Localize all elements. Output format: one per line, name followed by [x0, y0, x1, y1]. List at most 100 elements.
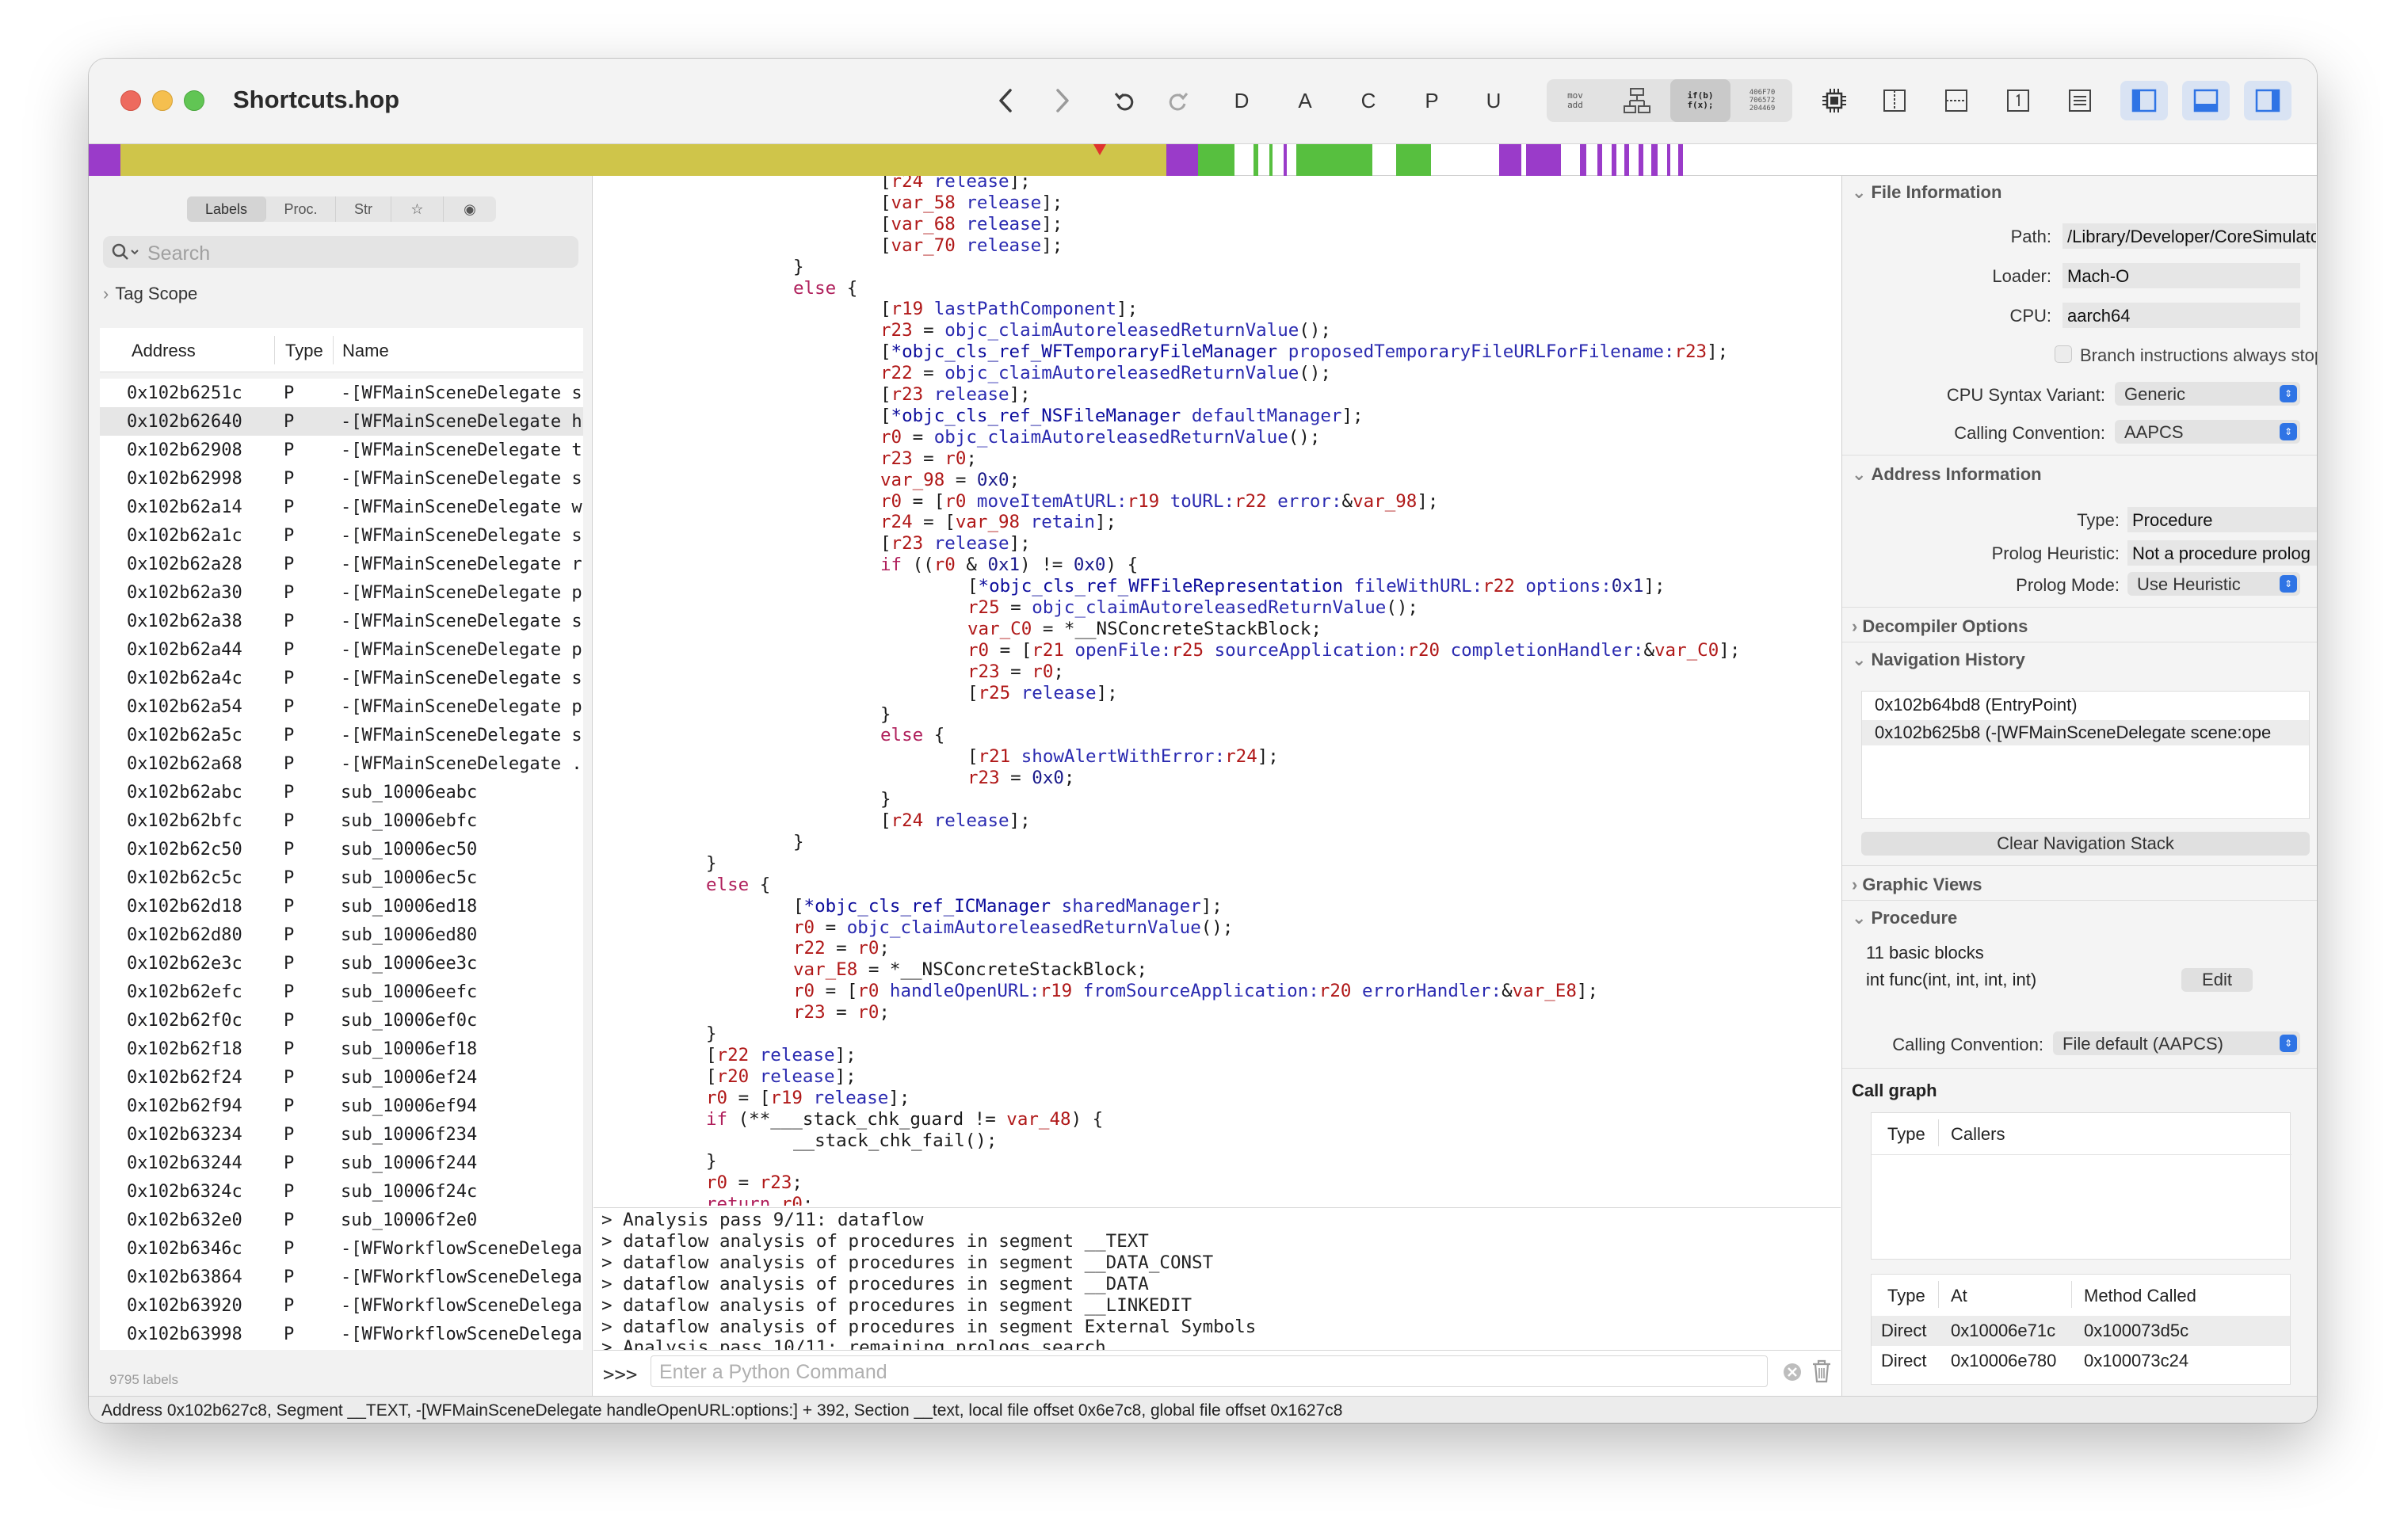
callees-column-type[interactable]: Type	[1887, 1286, 1925, 1306]
history-item[interactable]: 0x102b625b8 (-[WFMainSceneDelegate scene…	[1862, 720, 2309, 745]
code-line[interactable]: return r0;	[706, 1194, 813, 1206]
table-row[interactable]: 0x102b62a68 P -[WFMainSceneDelegate .cx	[100, 749, 583, 778]
table-row[interactable]: 0x102b62640 P -[WFMainSceneDelegate han	[100, 407, 583, 436]
table-row[interactable]: 0x102b62a28 P -[WFMainSceneDelegate roo	[100, 550, 583, 578]
pseudo-code-view[interactable]: [r24 release]; [var_58 release]; [var_68 r…	[593, 176, 1841, 1206]
code-line[interactable]: r23 = r0;	[793, 1002, 890, 1023]
code-line[interactable]: r0 = [r19 release];	[706, 1088, 910, 1108]
data-type-d-button[interactable]: D	[1222, 81, 1261, 120]
procedure-header[interactable]: ⌄ Procedure	[1852, 908, 1957, 928]
code-line[interactable]: if ((r0 & 0x1) != 0x0) {	[880, 555, 1138, 575]
clear-navigation-stack-button[interactable]: Clear Navigation Stack	[1861, 832, 2310, 856]
label-search-field[interactable]: Search	[103, 236, 578, 268]
address-information-header[interactable]: ⌄ Address Information	[1852, 464, 2042, 485]
code-line[interactable]: r0 = [r0 moveItemAtURL:r19 toURL:r22 err…	[880, 491, 1438, 512]
table-row[interactable]: 0x102b6324c Psub_10006f24c	[100, 1177, 583, 1206]
code-line[interactable]: r23 = 0x0;	[967, 768, 1074, 788]
data-type-c-button[interactable]: C	[1349, 81, 1388, 120]
hex-mode-button[interactable]: 406F70 706572 204469	[1734, 79, 1791, 122]
tab-tags[interactable]: ◉	[444, 196, 496, 222]
decompiler-options-header[interactable]: › Decompiler Options	[1852, 616, 2028, 637]
toggle-left-pane-button[interactable]	[2120, 81, 2168, 120]
code-line[interactable]: [r22 release];	[706, 1045, 857, 1065]
zoom-window-button[interactable]	[184, 90, 204, 111]
code-line[interactable]: r23 = r0;	[967, 661, 1064, 682]
code-line[interactable]: else {	[706, 875, 770, 895]
code-line[interactable]: }	[706, 1151, 717, 1172]
table-row[interactable]: 0x102b62c50 Psub_10006ec50	[100, 835, 583, 863]
split-vertical-button[interactable]	[1875, 81, 1914, 120]
trash-icon[interactable]	[1811, 1359, 1833, 1384]
prolog-mode-popup[interactable]: Use Heuristic ⇕	[2127, 572, 2300, 596]
inspector-list-button[interactable]	[2060, 81, 2100, 120]
path-field[interactable]: /Library/Developer/CoreSimulator/Volu	[2062, 223, 2316, 249]
code-line[interactable]: [*objc_cls_ref_NSFileManager defaultMana…	[880, 406, 1364, 426]
table-row[interactable]: 0x102b62998 P -[WFMainSceneDelegate sho	[100, 464, 583, 493]
table-row[interactable]: 0x102b63234 Psub_10006f234	[100, 1120, 583, 1149]
code-line[interactable]: var_C0 = *__NSConcreteStackBlock;	[967, 619, 1322, 639]
clear-input-icon[interactable]	[1782, 1362, 1803, 1382]
callees-column-method[interactable]: Method Called	[2084, 1286, 2196, 1306]
tag-scope-disclosure[interactable]: › Tag Scope	[103, 284, 197, 304]
code-line[interactable]: [r25 release];	[967, 683, 1118, 703]
code-line[interactable]: [var_70 release];	[880, 235, 1063, 256]
python-command-input[interactable]: Enter a Python Command	[651, 1355, 1768, 1387]
history-item[interactable]: 0x102b64bd8 (EntryPoint)	[1875, 695, 2078, 715]
code-line[interactable]: [r24 release];	[880, 176, 1031, 192]
code-line[interactable]: }	[793, 832, 804, 852]
single-view-button[interactable]	[1998, 81, 2038, 120]
file-information-header[interactable]: ⌄ File Information	[1852, 182, 2001, 203]
code-line[interactable]: [r24 release];	[880, 810, 1031, 831]
code-line[interactable]: else {	[880, 725, 944, 745]
table-row[interactable]: 0x102b62908 P -[WFMainSceneDelegate top	[100, 436, 583, 464]
split-horizontal-button[interactable]	[1937, 81, 1976, 120]
code-line[interactable]: [r20 release];	[706, 1066, 857, 1087]
tab-bookmarks[interactable]: ☆	[391, 196, 444, 222]
data-type-p-button[interactable]: P	[1412, 81, 1452, 120]
code-line[interactable]: [r19 lastPathComponent];	[880, 299, 1138, 319]
table-row[interactable]: 0x102b63998 P -[WFWorkflowSceneDelegat…	[100, 1320, 583, 1348]
table-row[interactable]: 0x102b62a30 P -[WFMainSceneDelegate per	[100, 578, 583, 607]
cpu-syntax-popup[interactable]: Generic ⇕	[2115, 382, 2300, 406]
table-row[interactable]: 0x102b62d18 Psub_10006ed18	[100, 892, 583, 921]
graphic-views-header[interactable]: › Graphic Views	[1852, 875, 1982, 895]
table-row[interactable]: 0x102b62a38 P -[WFMainSceneDelegate set	[100, 607, 583, 635]
data-type-u-button[interactable]: U	[1474, 81, 1513, 120]
code-line[interactable]: [*objc_cls_ref_WFFileRepresentation file…	[967, 576, 1666, 597]
code-line[interactable]: r24 = [var_98 retain];	[880, 512, 1116, 532]
code-line[interactable]: var_98 = 0x0;	[880, 470, 1020, 490]
callers-column-callers[interactable]: Callers	[1951, 1124, 2005, 1145]
toggle-right-pane-button[interactable]	[2244, 81, 2291, 120]
code-line[interactable]: var_E8 = *__NSConcreteStackBlock;	[793, 959, 1147, 980]
callers-column-type[interactable]: Type	[1887, 1124, 1925, 1145]
table-row[interactable]: 0x102b62f0c Psub_10006ef0c	[100, 1006, 583, 1035]
toggle-bottom-pane-button[interactable]	[2182, 81, 2230, 120]
pseudo-code-mode-button[interactable]: if(b) f(x);	[1670, 79, 1730, 122]
table-row[interactable]: 0x102b62c5c Psub_10006ec5c	[100, 863, 583, 892]
table-row[interactable]: Direct 0x10006e780 0x100073c24	[1872, 1346, 2290, 1376]
branch-stop-checkbox[interactable]	[2055, 345, 2072, 363]
table-row[interactable]: 0x102b62a5c P -[WFMainSceneDelegate set	[100, 721, 583, 749]
table-row[interactable]: 0x102b62d80 Psub_10006ed80	[100, 921, 583, 949]
code-line[interactable]: else {	[793, 278, 857, 299]
cpu-button[interactable]	[1814, 81, 1854, 120]
column-name[interactable]: Name	[342, 341, 389, 361]
table-row[interactable]: 0x102b62f94 Psub_10006ef94	[100, 1092, 583, 1120]
table-row[interactable]: 0x102b62a54 P -[WFMainSceneDelegate per	[100, 692, 583, 721]
tab-labels[interactable]: Labels	[187, 196, 266, 222]
code-line[interactable]: r0 = objc_claimAutoreleasedReturnValue()…	[793, 917, 1233, 938]
edit-signature-button[interactable]: Edit	[2181, 968, 2253, 992]
forward-button[interactable]	[1043, 81, 1082, 120]
calling-convention-popup[interactable]: AAPCS ⇕	[2115, 420, 2300, 444]
table-row[interactable]: 0x102b62a44 P -[WFMainSceneDelegate per	[100, 635, 583, 664]
code-line[interactable]: [r21 showAlertWithError:r24];	[967, 746, 1279, 767]
code-line[interactable]: [r23 release];	[880, 384, 1031, 405]
table-row[interactable]: 0x102b62abc Psub_10006eabc	[100, 778, 583, 806]
code-line[interactable]: r0 = objc_claimAutoreleasedReturnValue()…	[880, 427, 1320, 448]
callees-column-at[interactable]: At	[1951, 1286, 1967, 1306]
code-line[interactable]: r0 = [r21 openFile:r25 sourceApplication…	[967, 640, 1740, 661]
segment-navigation-bar[interactable]	[89, 144, 2317, 176]
assembly-mode-button[interactable]: mov add	[1547, 79, 1604, 122]
code-line[interactable]: }	[880, 704, 891, 725]
code-line[interactable]: [*objc_cls_ref_WFTemporaryFileManager pr…	[880, 341, 1728, 362]
